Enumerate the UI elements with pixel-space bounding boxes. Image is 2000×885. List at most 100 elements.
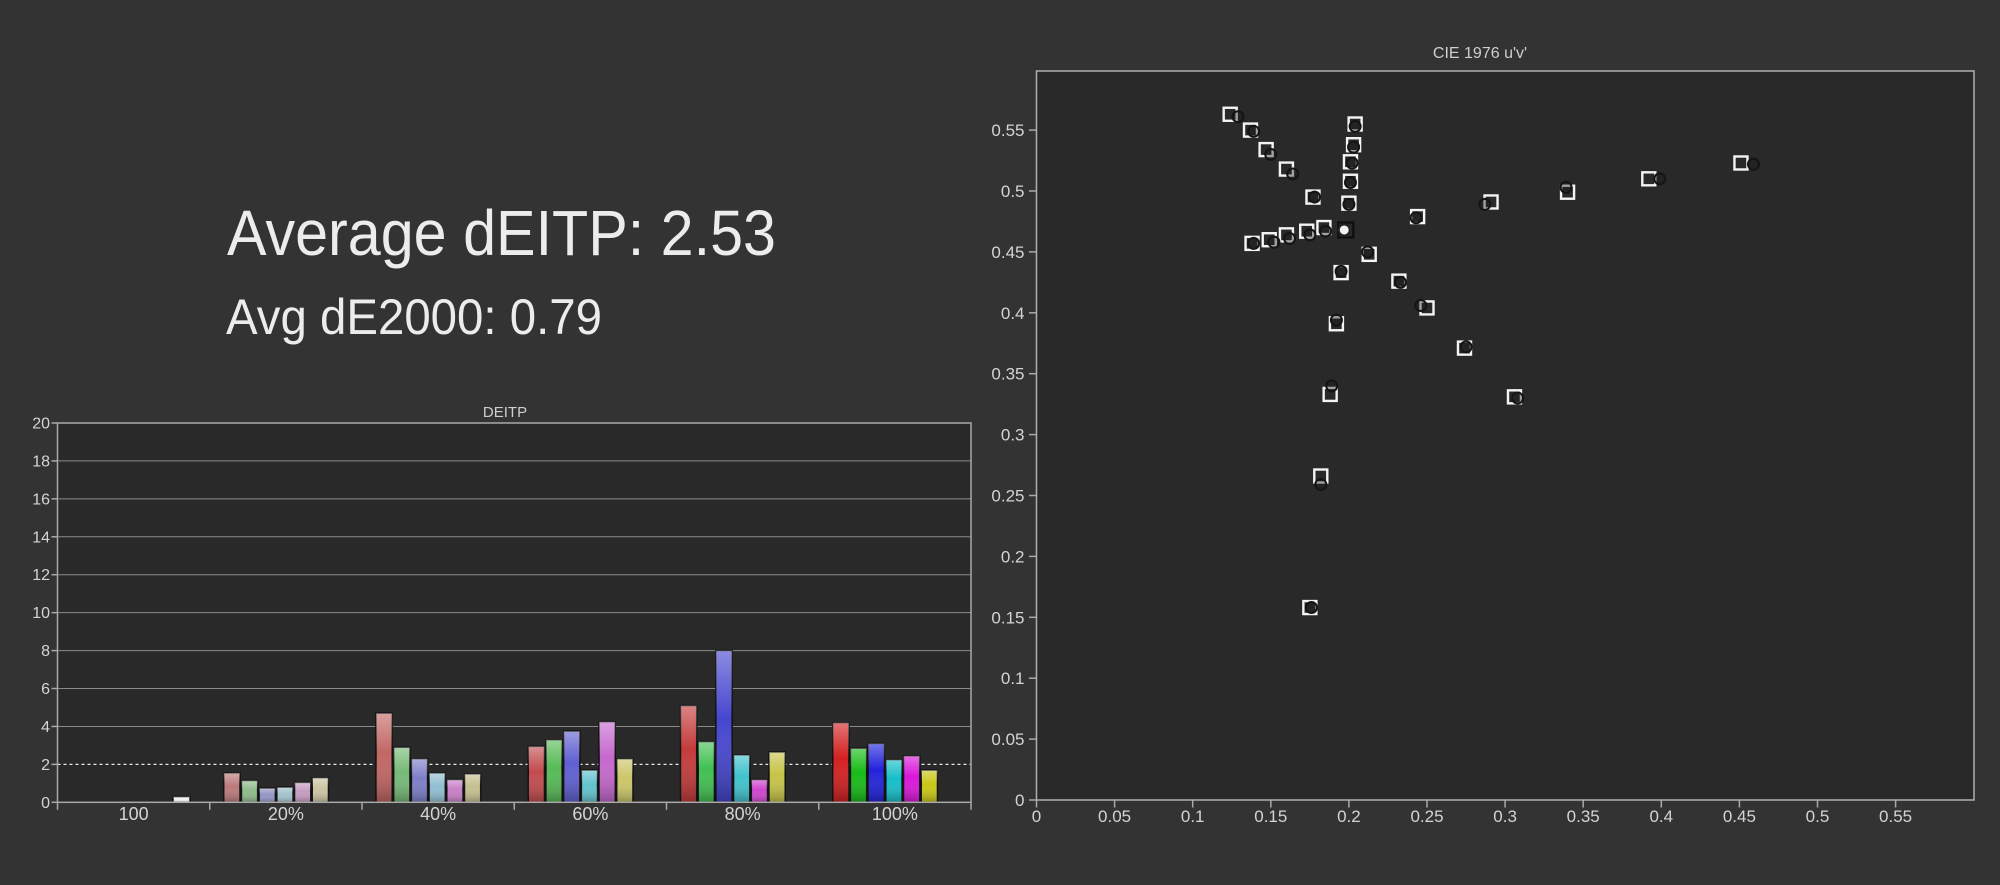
cie-x-tick-label: 0.55 bbox=[1879, 807, 1912, 826]
cie-x-tick-label: 0.35 bbox=[1567, 807, 1600, 826]
measured-circle-green bbox=[1309, 192, 1320, 203]
cie-x-tick-label: 0.5 bbox=[1806, 807, 1830, 826]
cie-chart-title: CIE 1976 u'v' bbox=[1433, 45, 1527, 62]
measured-circle-red bbox=[1561, 182, 1572, 193]
summary-deitp-value: Average dEITP: 2.53 bbox=[227, 197, 776, 269]
bar-sheen bbox=[564, 731, 580, 802]
measured-circle-blue bbox=[1306, 602, 1317, 613]
cie-y-tick-label: 0.35 bbox=[991, 365, 1024, 384]
measured-circle-blue bbox=[1326, 380, 1337, 391]
cie-y-tick-label: 0.15 bbox=[991, 608, 1024, 627]
bar-sheen bbox=[312, 778, 328, 803]
cie-y-tick-label: 0.5 bbox=[1001, 182, 1025, 201]
bar-sheen bbox=[868, 744, 884, 803]
bar-sheen bbox=[277, 787, 293, 802]
cie-y-tick-label: 0.4 bbox=[1001, 304, 1025, 323]
y-axis-tick-label: 14 bbox=[32, 529, 50, 546]
measured-circle-yellow bbox=[1348, 142, 1359, 153]
cie-x-tick-label: 0.25 bbox=[1410, 807, 1443, 826]
x-axis-group-label: 60% bbox=[572, 804, 608, 824]
cie-y-tick-label: 0.25 bbox=[991, 487, 1024, 506]
measured-circle-magenta bbox=[1512, 393, 1523, 404]
measured-circle-white bbox=[1339, 224, 1350, 235]
bar-sheen bbox=[716, 651, 732, 803]
bar-sheen bbox=[259, 788, 275, 802]
bar-sheen bbox=[599, 722, 615, 803]
summary-de2000-value: Avg dE2000: 0.79 bbox=[226, 289, 602, 345]
bar-sheen bbox=[224, 773, 240, 802]
y-axis-tick-label: 16 bbox=[32, 491, 50, 508]
cie-y-tick-label: 0.45 bbox=[991, 243, 1024, 262]
cie-x-tick-label: 0.3 bbox=[1493, 807, 1517, 826]
measured-circle-yellow bbox=[1343, 199, 1354, 210]
bar-sheen bbox=[376, 713, 392, 802]
bar-sheen bbox=[904, 756, 920, 802]
x-axis-group-label: 40% bbox=[420, 804, 456, 824]
bar-sheen bbox=[698, 742, 714, 803]
bar-sheen bbox=[769, 752, 785, 802]
cie-x-tick-label: 0.45 bbox=[1723, 807, 1756, 826]
bar-sheen bbox=[751, 780, 767, 803]
measured-circle-cyan bbox=[1284, 233, 1295, 244]
y-axis-tick-label: 10 bbox=[32, 605, 50, 622]
bar-chart-title: DEITP bbox=[483, 404, 527, 421]
cie-x-tick-label: 0.1 bbox=[1181, 807, 1205, 826]
measured-circle-green bbox=[1232, 111, 1243, 122]
measured-circle-green bbox=[1248, 126, 1259, 137]
bar-sheen bbox=[173, 797, 190, 803]
measured-circle-red bbox=[1748, 159, 1759, 170]
measured-circle-cyan bbox=[1320, 226, 1331, 237]
y-axis-tick-label: 6 bbox=[41, 681, 50, 698]
y-axis-tick-label: 12 bbox=[32, 567, 50, 584]
bar-sheen bbox=[295, 782, 311, 802]
measured-circle-yellow bbox=[1347, 157, 1358, 168]
cie-y-tick-label: 0.1 bbox=[1001, 669, 1025, 688]
bar-sheen bbox=[429, 773, 445, 802]
measured-circle-red bbox=[1479, 199, 1490, 210]
measured-circle-blue bbox=[1336, 266, 1347, 277]
bar-sheen bbox=[465, 774, 481, 802]
bar-sheen bbox=[411, 759, 427, 803]
bar-sheen bbox=[546, 740, 562, 803]
measured-circle-red bbox=[1411, 212, 1422, 223]
measured-circle-cyan bbox=[1268, 237, 1279, 248]
cie-x-tick-label: 0.05 bbox=[1098, 807, 1131, 826]
measured-circle-cyan bbox=[1304, 229, 1315, 240]
measured-circle-green bbox=[1265, 149, 1276, 160]
measured-circle-green bbox=[1287, 168, 1298, 179]
charts-overlay: Average dEITP: 2.53 Avg dE2000: 0.79 DEI… bbox=[0, 0, 2000, 885]
measured-circle-magenta bbox=[1362, 246, 1373, 257]
bar-sheen bbox=[833, 723, 849, 803]
cie-y-tick-label: 0 bbox=[1015, 791, 1024, 810]
cie-x-tick-label: 0.15 bbox=[1254, 807, 1287, 826]
y-axis-tick-label: 20 bbox=[32, 416, 50, 433]
measured-circle-cyan bbox=[1248, 238, 1259, 249]
bar-sheen bbox=[241, 780, 257, 802]
bar-sheen bbox=[617, 759, 633, 803]
measured-circle-blue bbox=[1331, 315, 1342, 326]
deitp-bar-chart: 0246810121416182010020%40%60%80%100% bbox=[32, 416, 971, 825]
measured-circle-magenta bbox=[1415, 300, 1426, 311]
y-axis-tick-label: 18 bbox=[32, 453, 50, 470]
bar-sheen bbox=[850, 748, 866, 802]
cie-y-tick-label: 0.3 bbox=[1001, 426, 1025, 445]
bar-sheen bbox=[681, 706, 697, 803]
cie-x-tick-label: 0.2 bbox=[1337, 807, 1361, 826]
cie-x-tick-label: 0.4 bbox=[1649, 807, 1673, 826]
bar-sheen bbox=[886, 760, 902, 803]
measured-circle-blue bbox=[1315, 479, 1326, 490]
cie-x-tick-label: 0 bbox=[1032, 807, 1041, 826]
x-axis-group-label: 100 bbox=[119, 804, 149, 824]
measured-circle-magenta bbox=[1395, 277, 1406, 288]
cie-y-tick-label: 0.05 bbox=[991, 730, 1024, 749]
x-axis-group-label: 20% bbox=[268, 804, 304, 824]
bar-sheen bbox=[921, 770, 937, 802]
calibration-report-page: Average dEITP: 2.53 Avg dE2000: 0.79 DEI… bbox=[0, 0, 2000, 885]
bar-sheen bbox=[581, 770, 597, 802]
y-axis-tick-label: 4 bbox=[41, 719, 50, 736]
measured-circle-yellow bbox=[1345, 177, 1356, 188]
x-axis-group-label: 80% bbox=[725, 804, 761, 824]
x-axis-group-label: 100% bbox=[872, 804, 918, 824]
bar-sheen bbox=[528, 746, 544, 802]
bar-sheen bbox=[394, 747, 410, 802]
